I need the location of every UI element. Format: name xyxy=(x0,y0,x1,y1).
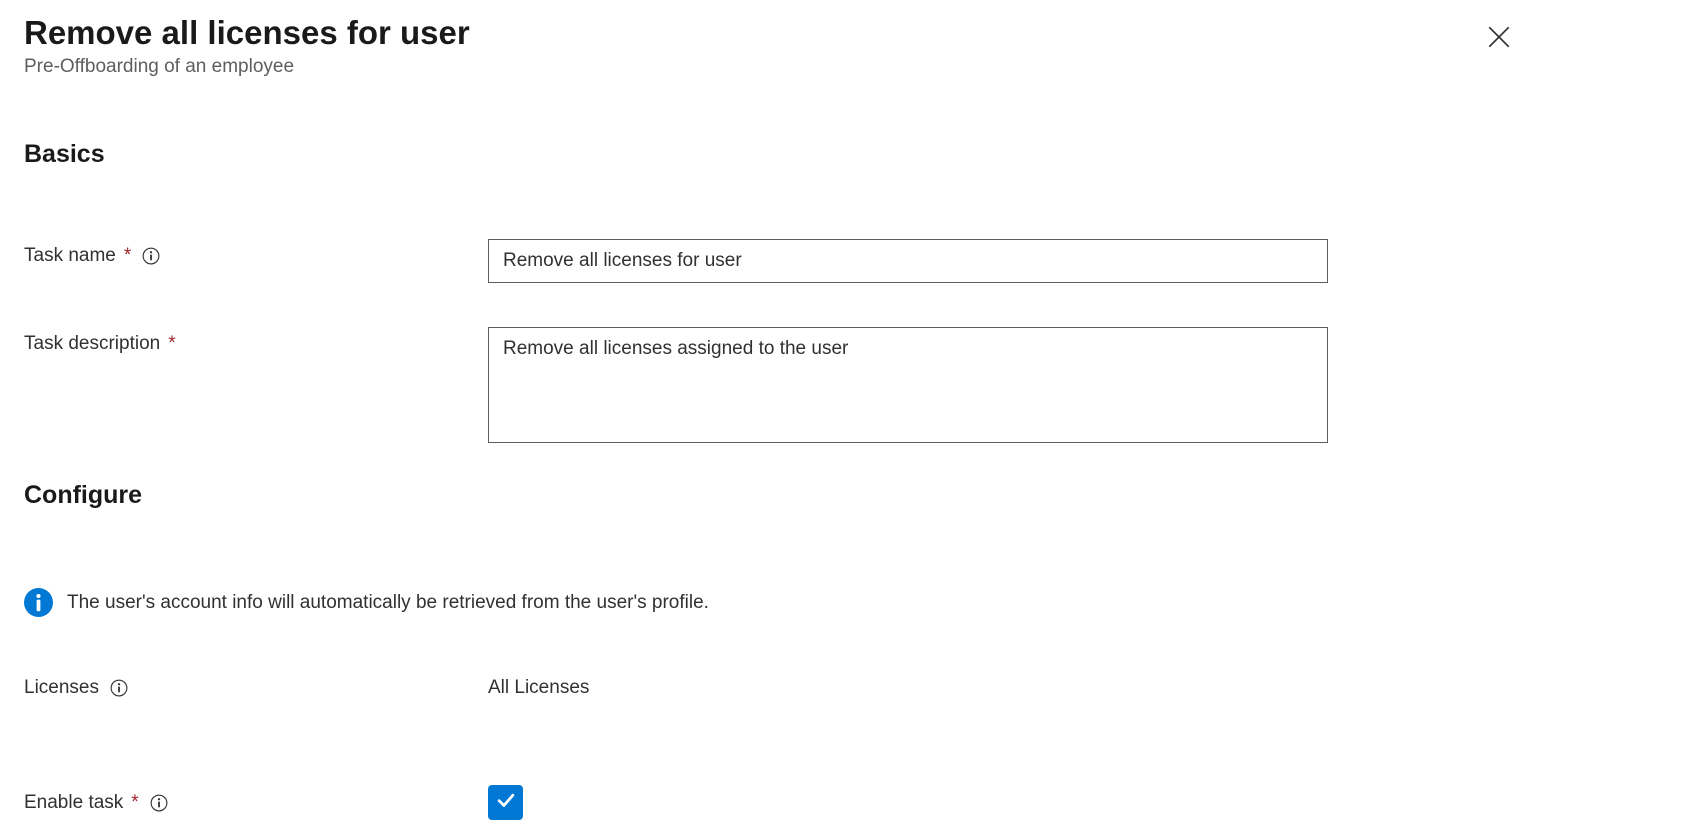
checkmark-icon xyxy=(495,789,517,816)
info-banner-text: The user's account info will automatical… xyxy=(67,592,709,614)
close-icon xyxy=(1486,38,1512,53)
panel-header-text: Remove all licenses for user Pre-Offboar… xyxy=(24,14,470,78)
task-name-input[interactable] xyxy=(488,239,1328,283)
task-description-row: Task description * xyxy=(24,327,1661,443)
task-description-label-col: Task description * xyxy=(24,327,488,355)
task-description-label: Task description xyxy=(24,333,160,355)
task-name-row: Task name * xyxy=(24,239,1661,283)
licenses-label-col: Licenses xyxy=(24,671,488,699)
enable-task-label-col: Enable task * xyxy=(24,792,488,814)
info-icon[interactable] xyxy=(142,247,160,265)
panel-header: Remove all licenses for user Pre-Offboar… xyxy=(24,14,1661,78)
info-filled-icon xyxy=(24,588,53,617)
task-description-input[interactable] xyxy=(488,327,1328,443)
info-icon[interactable] xyxy=(110,679,128,697)
panel-title: Remove all licenses for user xyxy=(24,14,470,52)
task-name-label: Task name xyxy=(24,245,116,267)
configure-heading: Configure xyxy=(24,481,1661,510)
enable-task-checkbox[interactable] xyxy=(488,785,523,820)
required-indicator: * xyxy=(131,792,138,814)
enable-task-label: Enable task xyxy=(24,792,123,814)
close-button[interactable] xyxy=(1482,20,1516,57)
enable-task-row: Enable task * xyxy=(24,785,1661,820)
panel-subtitle: Pre-Offboarding of an employee xyxy=(24,56,470,78)
licenses-row: Licenses All Licenses xyxy=(24,671,1661,699)
licenses-label: Licenses xyxy=(24,677,99,699)
required-indicator: * xyxy=(124,245,131,267)
licenses-value: All Licenses xyxy=(488,671,589,699)
info-icon[interactable] xyxy=(150,794,168,812)
task-name-label-col: Task name * xyxy=(24,239,488,267)
info-banner: The user's account info will automatical… xyxy=(24,588,1661,617)
basics-heading: Basics xyxy=(24,140,1661,169)
required-indicator: * xyxy=(168,333,175,355)
